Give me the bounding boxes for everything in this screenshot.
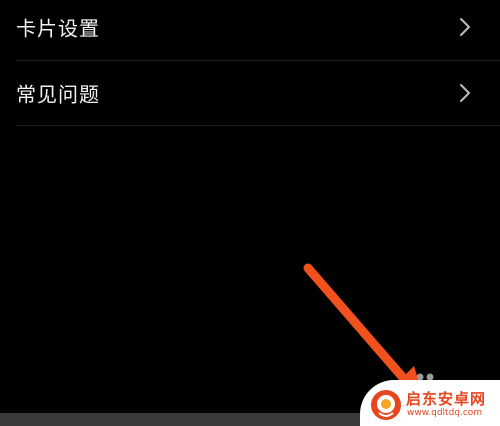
chevron-right-icon [460, 84, 470, 102]
menu-item-label: 常见问题 [16, 82, 100, 107]
menu-item-label: 卡片设置 [16, 16, 100, 41]
watermark: 启东安卓网 www.qdltdq.com [360, 380, 500, 426]
watermark-name: 启东安卓网 [406, 390, 487, 408]
menu-item-faq[interactable]: 常见问题 [0, 62, 500, 124]
menu-item-card-settings[interactable]: 卡片设置 [0, 0, 500, 58]
chevron-right-icon [460, 18, 470, 36]
divider [16, 125, 500, 126]
brand-logo-icon [371, 390, 401, 420]
divider [16, 60, 500, 61]
watermark-url: www.qdltdq.com [407, 408, 483, 418]
